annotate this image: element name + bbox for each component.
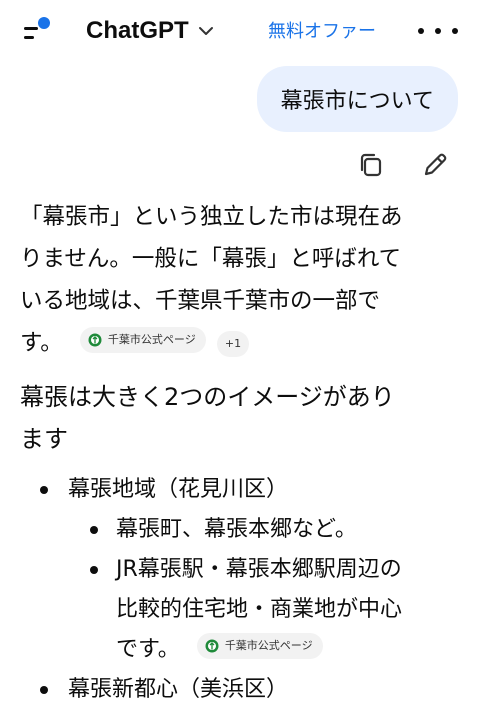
model-selector[interactable]: ChatGPT [86,14,215,48]
more-options-button[interactable] [418,18,458,44]
sub-list-item-text: JR幕張駅・幕張本郷駅周辺の 比較的住宅地・商業地が中心 です。 千葉市公式ペー… [116,550,456,670]
citation-chip[interactable]: 千葉市公式ページ [79,327,206,353]
list-item: 幕張地域（花見川区） [20,470,460,510]
heading-line: 幕張は大きく2つのイメージがあり [20,383,395,411]
copy-icon[interactable] [356,150,386,180]
citation-label: 千葉市公式ページ [224,639,313,652]
user-message-actions [356,150,450,180]
notification-dot-icon [38,17,50,29]
sub-list-item: 幕張町、幕張本郷など。 [20,510,460,550]
top-bar: ChatGPT 無料オファー [0,0,480,62]
model-name: ChatGPT [86,17,189,44]
list-item-label: 幕張地域（花見川区） [68,477,289,502]
sub-list-item-label: 幕張町、幕張本郷など。 [116,517,357,542]
chevron-down-icon [198,27,213,35]
menu-bar-icon [24,36,34,39]
sub-list-line-last: です。 千葉市公式ページ [116,630,456,670]
bullet-icon [40,486,48,494]
user-message-bubble: 幕張市について [256,66,458,132]
section-heading: 幕張は大きく2つのイメージがあり ます [20,376,460,460]
heading-line: ます [20,425,68,453]
bullet-icon [90,526,98,534]
sub-list-item: JR幕張駅・幕張本郷駅周辺の 比較的住宅地・商業地が中心 です。 千葉市公式ペー… [20,550,460,670]
assistant-paragraph: 「幕張市」という独立した市は現在あ りません。一般に「幕張」と呼ばれて いる地域… [20,196,460,364]
bullet-list: 幕張地域（花見川区） 幕張町、幕張本郷など。 JR幕張駅・幕張本郷駅周辺の 比較… [20,470,460,705]
dot-icon [418,28,424,34]
bullet-icon [90,566,98,574]
sub-list-line: 比較的住宅地・商業地が中心 [116,597,403,622]
paragraph-line-last: す。 千葉市公式ページ +1 [20,322,460,364]
sub-list-line-text: です。 [116,637,180,662]
sidebar-menu-button[interactable] [22,14,56,48]
paragraph-line-text: す。 [20,330,63,356]
menu-bar-icon [24,27,38,30]
edit-pencil-icon[interactable] [420,150,450,180]
paragraph-line: りません。一般に「幕張」と呼ばれて [20,246,402,272]
citation-label: 千葉市公式ページ [107,333,196,346]
free-offer-link[interactable]: 無料オファー [268,17,376,43]
sub-list-line: JR幕張駅・幕張本郷駅周辺の [116,557,402,582]
bullet-icon [40,686,48,694]
city-seal-icon [88,333,102,347]
citation-more-chip[interactable]: +1 [216,331,250,357]
list-item: 幕張新都心（美浜区） [20,670,460,705]
city-seal-icon [205,639,219,653]
paragraph-line: 「幕張市」という独立した市は現在あ [20,204,403,230]
user-message-text: 幕張市について [280,89,434,114]
list-item-label: 幕張新都心（美浜区） [68,677,289,702]
dot-icon [435,28,441,34]
dot-icon [452,28,458,34]
citation-chip[interactable]: 千葉市公式ページ [196,633,323,659]
paragraph-line: いる地域は、千葉県千葉市の一部で [20,288,381,314]
